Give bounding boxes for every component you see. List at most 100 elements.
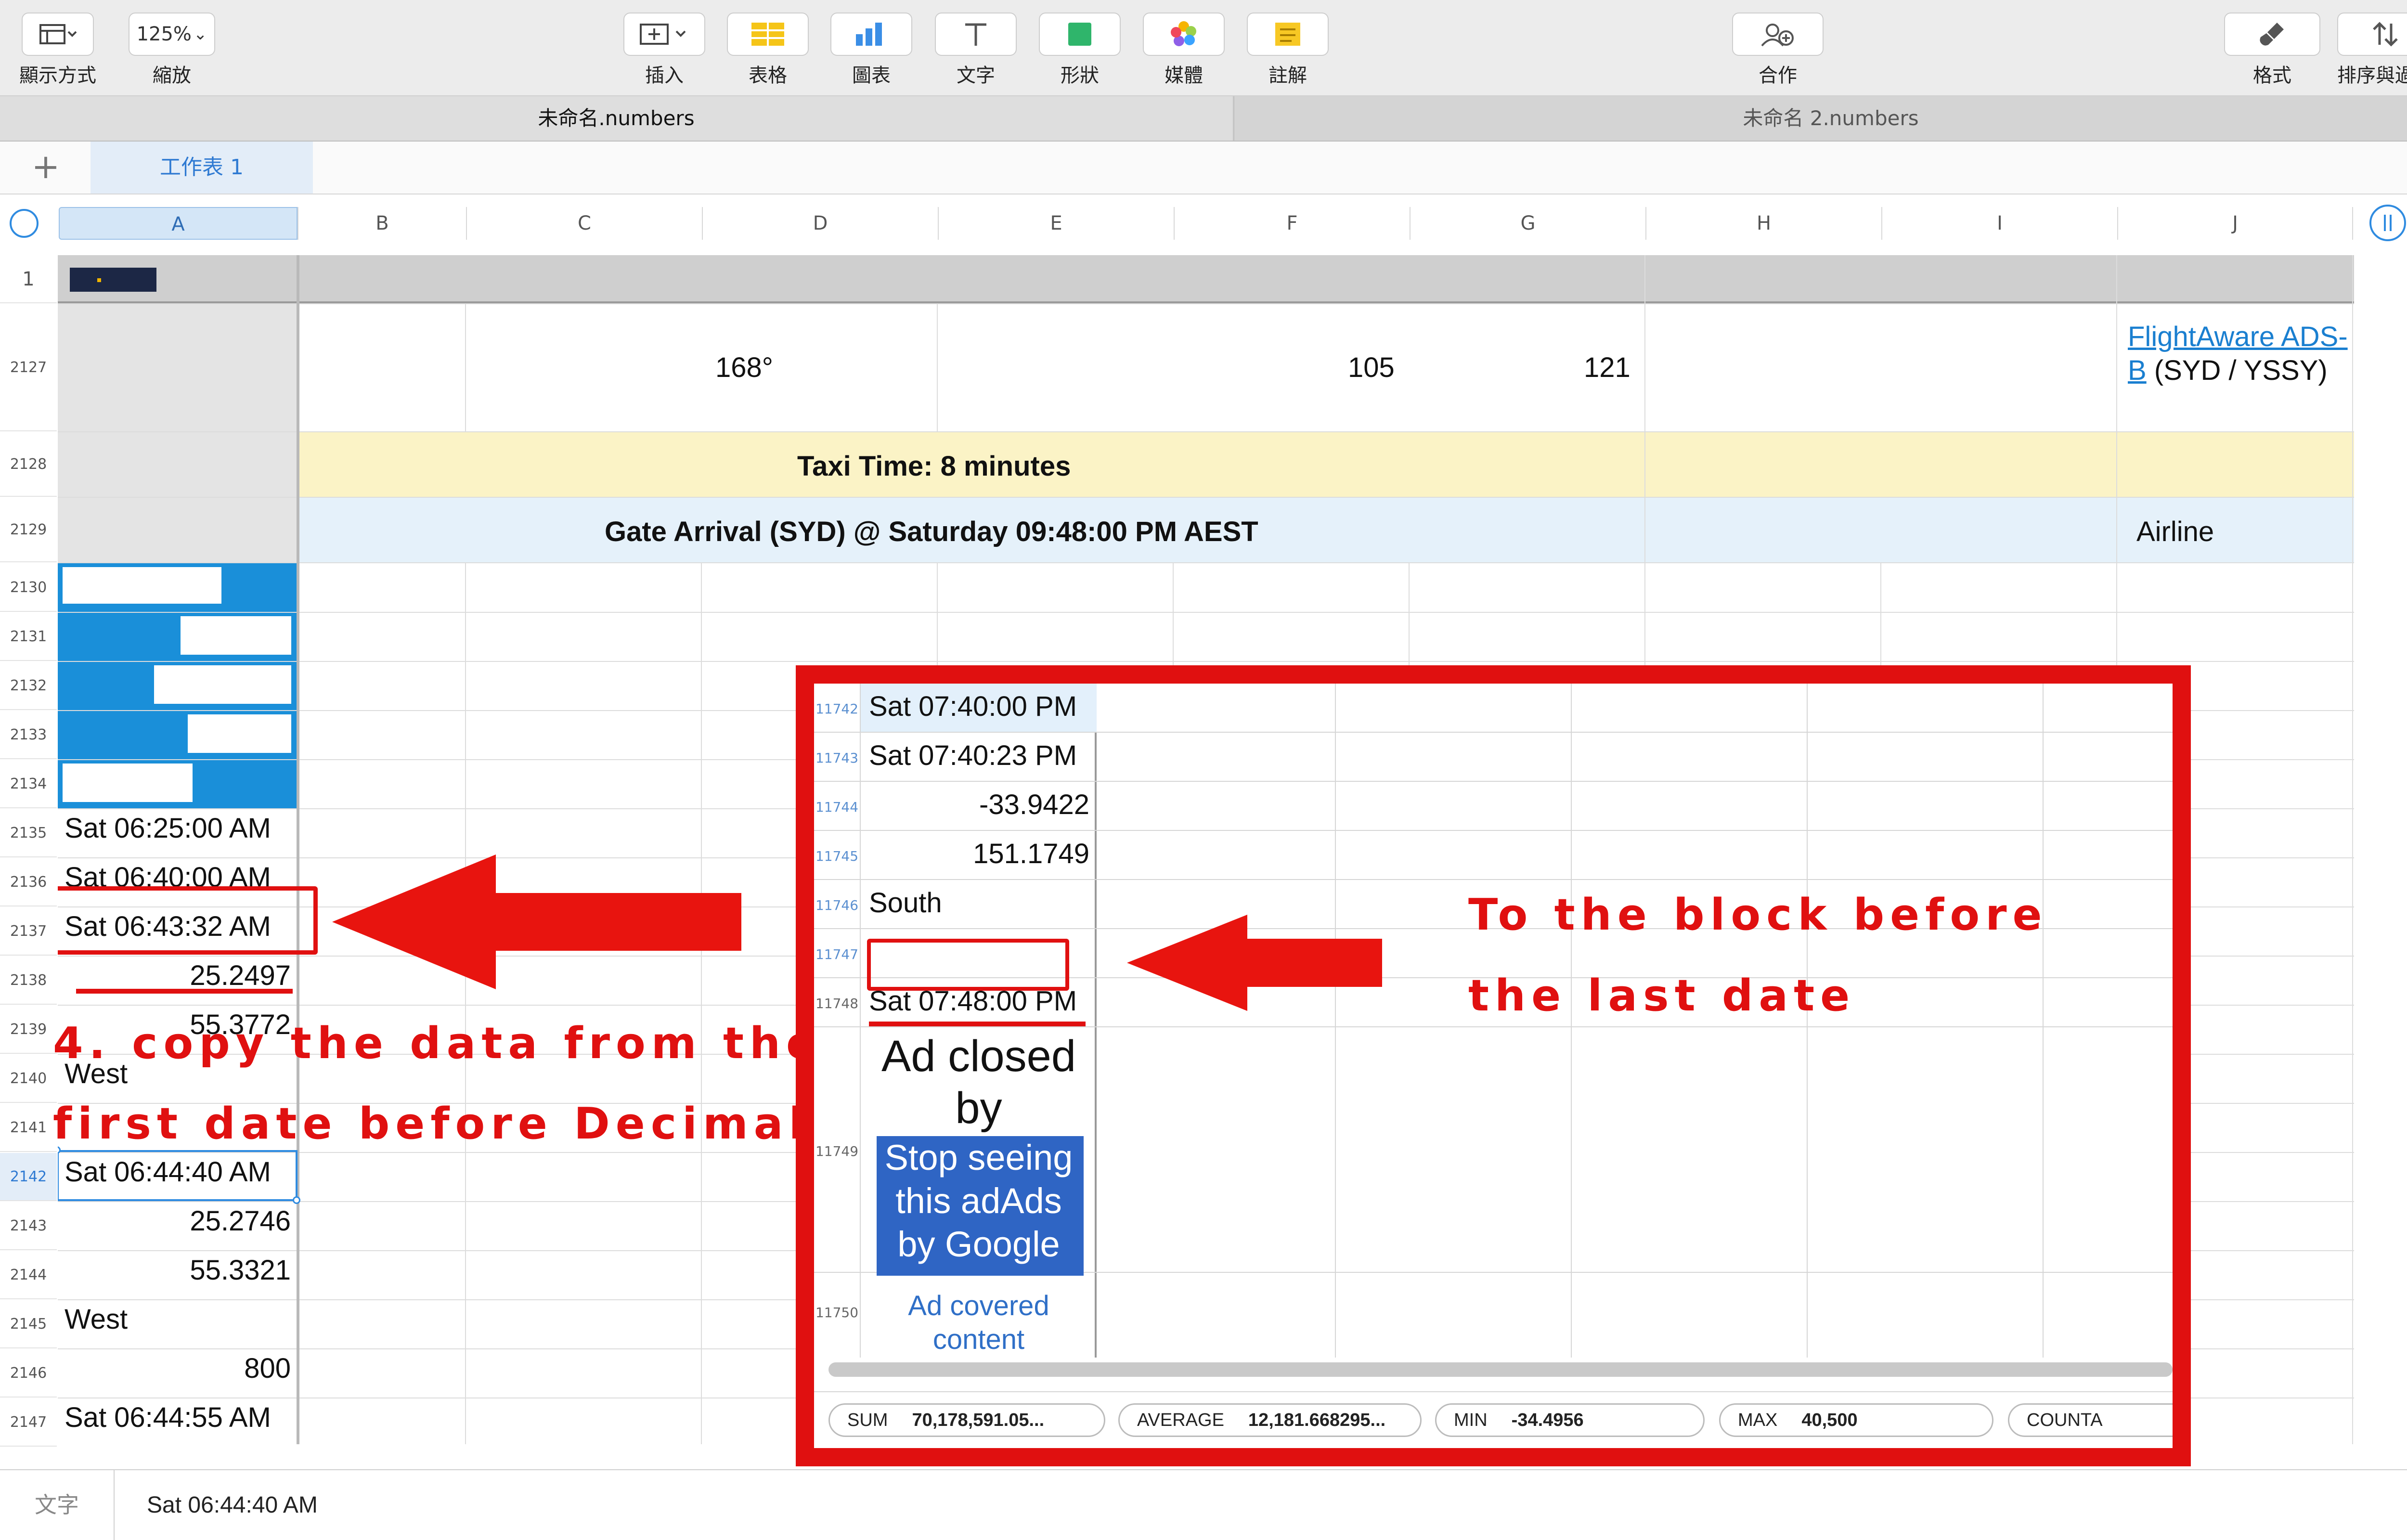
red-arrow-left [332, 854, 741, 989]
average-label: AVERAGE [1137, 1410, 1224, 1430]
inset-row-header: 11744 [815, 799, 859, 815]
row-header[interactable]: 2128 [0, 432, 57, 497]
link-cell[interactable]: FlightAware ADS-B (SYD / YSSY) [2128, 320, 2349, 388]
table-button[interactable] [727, 13, 809, 56]
collaborate-control[interactable]: 合作 [1732, 13, 1824, 94]
row-header[interactable]: 2142 [0, 1153, 57, 1201]
sort-control[interactable]: 排序與過濾 [2330, 13, 2407, 94]
max-label: MAX [1738, 1410, 1778, 1430]
column-header-a[interactable]: A [59, 207, 298, 240]
row-header[interactable]: 2144 [0, 1251, 57, 1299]
view-button[interactable] [22, 13, 94, 56]
text-control[interactable]: 文字 [932, 13, 1019, 94]
comment-control[interactable]: 註解 [1244, 13, 1331, 94]
row-header[interactable]: 2136 [0, 858, 57, 906]
heading-cell[interactable]: 168° [715, 351, 773, 384]
cell-a2143[interactable]: 25.2746 [190, 1205, 291, 1237]
taxi-time-cell[interactable]: Taxi Time: 8 minutes [797, 450, 1071, 482]
row-header[interactable]: 2129 [0, 498, 57, 562]
taxi-row-background [297, 432, 2354, 497]
row-header[interactable]: 2145 [0, 1300, 57, 1348]
inset-row-header: 11748 [815, 996, 859, 1011]
ad-stop-seeing[interactable]: Stop seeing this adAds by Google [861, 1136, 1097, 1266]
cell-type-label[interactable]: 文字 [0, 1470, 115, 1540]
zoom-control[interactable]: 125% ⌄ 縮放 [126, 13, 218, 94]
row-header[interactable]: 2132 [0, 662, 57, 710]
cell-a2147[interactable]: Sat 06:44:55 AM [65, 1401, 271, 1434]
row-header[interactable]: 1 [0, 255, 57, 303]
text-button[interactable] [935, 13, 1017, 56]
select-all-circle[interactable] [5, 204, 43, 243]
row-header[interactable]: 2133 [0, 711, 57, 759]
speed-cell[interactable]: 105 [1348, 351, 1395, 384]
insert-button[interactable] [623, 13, 705, 56]
comment-button[interactable] [1247, 13, 1329, 56]
column-header-i[interactable]: I [1881, 207, 2117, 240]
row-header[interactable]: 2127 [0, 304, 57, 431]
collaborate-icon [1761, 24, 1794, 47]
cell-a2146[interactable]: 800 [244, 1352, 291, 1385]
doc-tab-2[interactable]: 未命名 2.numbers [1233, 96, 2407, 141]
zoom-button[interactable]: 125% ⌄ [129, 13, 215, 56]
media-control[interactable]: 媒體 [1140, 13, 1227, 94]
add-sheet-button[interactable]: + [24, 147, 67, 186]
formula-bar: 文字 Sat 06:44:40 AM [0, 1469, 2407, 1540]
shape-control[interactable]: 形狀 [1036, 13, 1123, 94]
format-control[interactable]: 格式 [2224, 13, 2320, 94]
row-header[interactable]: 2139 [0, 1006, 57, 1054]
zoom-label: 縮放 [153, 65, 191, 87]
column-header-d[interactable]: D [702, 207, 938, 240]
shape-label: 形狀 [1061, 65, 1099, 87]
media-button[interactable] [1143, 13, 1225, 56]
altitude-cell[interactable]: 121 [1584, 351, 1631, 384]
formula-bar-value[interactable]: Sat 06:44:40 AM [147, 1470, 318, 1540]
freeze-handle[interactable] [2366, 201, 2407, 245]
selection-handle[interactable] [293, 1196, 300, 1204]
cell-a2144[interactable]: 55.3321 [190, 1254, 291, 1286]
redaction-box [63, 567, 221, 604]
red-arrow-inset [1127, 915, 1382, 1011]
row-header[interactable]: 2134 [0, 760, 57, 808]
column-header-e[interactable]: E [938, 207, 1174, 240]
row-header[interactable]: 2138 [0, 957, 57, 1005]
row-header[interactable]: 2131 [0, 613, 57, 661]
view-control[interactable]: 顯示方式 [10, 13, 106, 94]
row-line [58, 612, 2354, 613]
table-name-cell[interactable] [70, 268, 156, 292]
cell-a2135[interactable]: Sat 06:25:00 AM [65, 812, 271, 844]
row-header[interactable]: 2130 [0, 563, 57, 612]
column-header-j[interactable]: J [2117, 207, 2353, 240]
chart-button[interactable] [830, 13, 912, 56]
row-header[interactable]: 2147 [0, 1398, 57, 1447]
shape-button[interactable] [1039, 13, 1121, 56]
insert-control[interactable]: 插入 [621, 13, 708, 94]
inset-red-underline [869, 1022, 1086, 1026]
column-header-b[interactable]: B [298, 207, 466, 240]
column-header-c[interactable]: C [466, 207, 702, 240]
column-header-h[interactable]: H [1645, 207, 1881, 240]
column-header-f[interactable]: F [1174, 207, 1410, 240]
row-header[interactable]: 2146 [0, 1349, 57, 1398]
cell-a2145[interactable]: West [65, 1303, 128, 1335]
sort-button[interactable] [2337, 13, 2407, 56]
column-header-g[interactable]: G [1410, 207, 1645, 240]
sheet-tab-1[interactable]: 工作表 1 [91, 142, 313, 194]
doc-tab-1[interactable]: 未命名.numbers [0, 96, 1232, 141]
row-header[interactable]: 2140 [0, 1055, 57, 1103]
row-header[interactable]: 2143 [0, 1202, 57, 1250]
cell-a2138[interactable]: 25.2497 [190, 959, 291, 992]
row-header[interactable]: 2135 [0, 809, 57, 857]
row-header[interactable]: 2137 [0, 907, 57, 956]
airline-cell[interactable]: Airline [2136, 516, 2214, 548]
gate-arrival-cell[interactable]: Gate Arrival (SYD) @ Saturday 09:48:00 P… [605, 516, 1258, 548]
inset-row-line [814, 879, 2173, 880]
row-header[interactable]: 2141 [0, 1104, 57, 1152]
table-control[interactable]: 表格 [725, 13, 811, 94]
chart-control[interactable]: 圖表 [828, 13, 915, 94]
chart-label: 圖表 [852, 65, 891, 87]
inset-column-line [2043, 684, 2044, 1358]
active-cell-selection[interactable] [58, 1150, 298, 1201]
format-button[interactable] [2224, 13, 2320, 56]
inset-row-line [814, 781, 2173, 782]
collaborate-button[interactable] [1732, 13, 1824, 56]
